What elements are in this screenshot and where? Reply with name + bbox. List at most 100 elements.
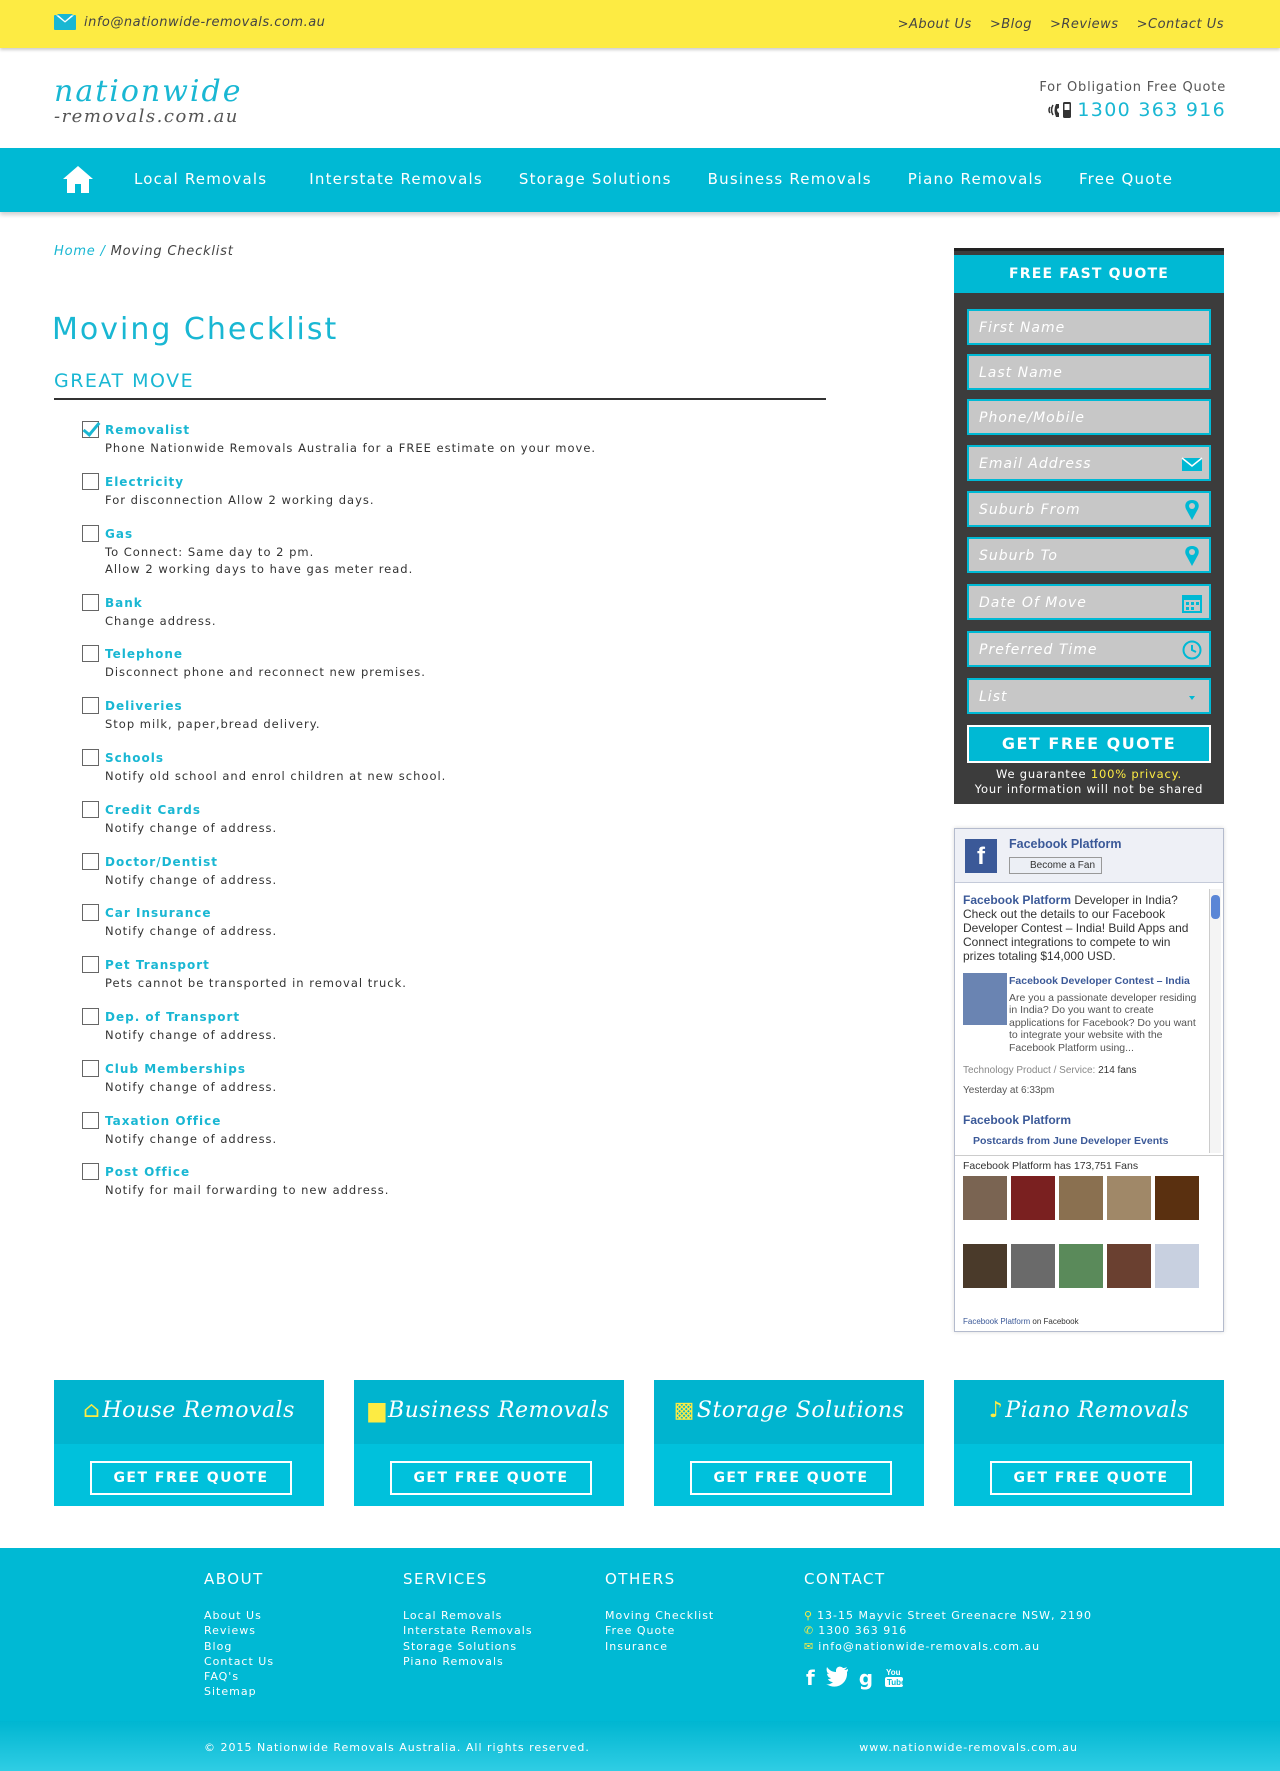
facebook-scrollbar-thumb[interactable] bbox=[1211, 895, 1220, 919]
footer-link[interactable]: Local Removals bbox=[403, 1608, 533, 1623]
twitter-icon[interactable] bbox=[825, 1666, 849, 1688]
logo-line1: nationwide bbox=[54, 74, 243, 109]
footer-email[interactable]: ✉ info@nationwide-removals.com.au bbox=[804, 1639, 1092, 1654]
checklist-item: Removalist Phone Nationwide Removals Aust… bbox=[82, 421, 782, 473]
facebook-post-author[interactable]: Facebook Platform bbox=[963, 893, 1071, 907]
header-phone-number[interactable]: 1300 363 916 bbox=[1077, 99, 1226, 121]
email-input[interactable]: Email Address bbox=[967, 445, 1211, 481]
footer-others-heading: OTHERS bbox=[605, 1570, 676, 1588]
top-email-link[interactable]: info@nationwide-removals.com.au bbox=[54, 14, 325, 30]
breadcrumb-home[interactable]: Home bbox=[54, 244, 96, 259]
fan-avatar[interactable] bbox=[1011, 1176, 1055, 1220]
top-link-blog[interactable]: >Blog bbox=[990, 17, 1032, 32]
fan-avatar[interactable] bbox=[1059, 1244, 1103, 1288]
checkbox[interactable] bbox=[82, 593, 99, 611]
footer-phone-text[interactable]: 1300 363 916 bbox=[818, 1623, 907, 1638]
checkbox[interactable] bbox=[82, 800, 99, 818]
card-quote-button[interactable]: GET FREE QUOTE bbox=[990, 1461, 1192, 1495]
fan-avatar[interactable] bbox=[1011, 1244, 1055, 1288]
checkbox[interactable] bbox=[82, 645, 99, 663]
header-phone-link[interactable]: 1300 363 916 bbox=[1039, 99, 1226, 121]
first-name-input[interactable]: First Name bbox=[967, 309, 1211, 345]
top-email-text[interactable]: info@nationwide-removals.com.au bbox=[84, 15, 325, 30]
facebook-link-title[interactable]: Facebook Developer Contest – India bbox=[1009, 975, 1190, 987]
checkbox[interactable] bbox=[82, 1111, 99, 1129]
get-free-quote-button[interactable]: GET FREE QUOTE bbox=[967, 725, 1211, 763]
footer-link[interactable]: Free Quote bbox=[605, 1623, 714, 1638]
checklist-item-title: Schools bbox=[105, 750, 165, 765]
google-plus-icon[interactable]: g bbox=[859, 1666, 873, 1690]
suburb-from-input[interactable]: Suburb From bbox=[967, 491, 1211, 527]
footer-link[interactable]: Blog bbox=[204, 1639, 274, 1654]
checkbox[interactable] bbox=[82, 748, 99, 766]
top-link-about[interactable]: >About Us bbox=[898, 17, 972, 32]
facebook-footer-link[interactable]: Facebook Platform bbox=[963, 1317, 1030, 1326]
checklist-item: Gas To Connect: Same day to 2 pm. Allow 2… bbox=[82, 524, 782, 594]
footer-link[interactable]: About Us bbox=[204, 1608, 274, 1623]
footer-phone[interactable]: ✆ 1300 363 916 bbox=[804, 1623, 1092, 1638]
checkbox[interactable] bbox=[82, 697, 99, 715]
footer-link[interactable]: Interstate Removals bbox=[403, 1623, 533, 1638]
become-a-fan-button[interactable]: Become a Fan bbox=[1009, 857, 1103, 874]
nav-item-local-removals[interactable]: Local Removals bbox=[134, 170, 267, 188]
last-name-input[interactable]: Last Name bbox=[967, 354, 1211, 390]
facebook-icon[interactable]: f bbox=[806, 1666, 815, 1690]
preferred-time-input[interactable]: Preferred Time bbox=[967, 631, 1211, 667]
checkbox[interactable] bbox=[82, 524, 99, 542]
checkbox[interactable] bbox=[82, 1007, 99, 1025]
facebook-page-name[interactable]: Facebook Platform bbox=[1009, 837, 1122, 851]
date-of-move-input[interactable]: Date Of Move bbox=[967, 584, 1211, 620]
fan-avatar[interactable] bbox=[1107, 1244, 1151, 1288]
website-link[interactable]: www.nationwide-removals.com.au bbox=[859, 1741, 1078, 1754]
footer-link[interactable]: Moving Checklist bbox=[605, 1608, 714, 1623]
checklist-item-desc: Notify change of address. bbox=[105, 1079, 278, 1094]
checkbox[interactable] bbox=[82, 1059, 99, 1077]
list-select[interactable]: List bbox=[967, 678, 1211, 714]
site-logo[interactable]: nationwide -removals.com.au bbox=[54, 76, 242, 126]
card-title-text: Business Removals bbox=[387, 1398, 610, 1423]
checkbox[interactable] bbox=[82, 421, 99, 438]
facebook-scrollbar[interactable] bbox=[1209, 889, 1221, 1153]
nav-item-piano-removals[interactable]: Piano Removals bbox=[908, 170, 1043, 188]
card-quote-button[interactable]: GET FREE QUOTE bbox=[690, 1461, 892, 1495]
facebook-post2-author[interactable]: Facebook Platform bbox=[963, 1113, 1071, 1127]
nav-item-storage-solutions[interactable]: Storage Solutions bbox=[519, 170, 672, 188]
header-quote-label: For Obligation Free Quote bbox=[1039, 80, 1226, 95]
footer-link[interactable]: Storage Solutions bbox=[403, 1639, 533, 1654]
fan-avatar[interactable] bbox=[1107, 1176, 1151, 1220]
card-quote-button[interactable]: GET FREE QUOTE bbox=[90, 1461, 292, 1495]
nav-item-free-quote[interactable]: Free Quote bbox=[1079, 170, 1173, 188]
footer-link[interactable]: Reviews bbox=[204, 1623, 274, 1638]
footer-link[interactable]: Contact Us bbox=[204, 1654, 274, 1669]
phone-input[interactable]: Phone/Mobile bbox=[967, 399, 1211, 435]
footer-email-text[interactable]: info@nationwide-removals.com.au bbox=[818, 1639, 1040, 1654]
suburb-to-input[interactable]: Suburb To bbox=[967, 537, 1211, 573]
checkbox[interactable] bbox=[82, 852, 99, 870]
card-piano-removals: ♪Piano Removals GET FREE QUOTE bbox=[954, 1380, 1224, 1506]
facebook-post-thumbnail[interactable] bbox=[963, 973, 1007, 1025]
footer-address: ⚲ 13-15 Mayvic Street Greenacre NSW, 2190 bbox=[804, 1608, 1092, 1623]
breadcrumb: Home / Moving Checklist bbox=[54, 244, 234, 259]
fan-avatar[interactable] bbox=[1155, 1244, 1199, 1288]
checkbox[interactable] bbox=[82, 1163, 99, 1181]
fan-avatar[interactable] bbox=[1155, 1176, 1199, 1220]
checklist-item-title: Credit Cards bbox=[105, 802, 202, 817]
nav-item-interstate-removals[interactable]: Interstate Removals bbox=[309, 170, 483, 188]
top-link-reviews[interactable]: >Reviews bbox=[1050, 17, 1119, 32]
facebook-post2-title[interactable]: Postcards from June Developer Events bbox=[973, 1135, 1169, 1147]
footer-link[interactable]: Insurance bbox=[605, 1639, 714, 1654]
footer-link[interactable]: Piano Removals bbox=[403, 1654, 533, 1669]
checkbox[interactable] bbox=[82, 956, 99, 974]
card-quote-button[interactable]: GET FREE QUOTE bbox=[390, 1461, 592, 1495]
home-icon[interactable] bbox=[62, 164, 94, 194]
top-link-contact[interactable]: >Contact Us bbox=[1137, 17, 1224, 32]
footer-link[interactable]: Sitemap bbox=[204, 1684, 274, 1699]
checkbox[interactable] bbox=[82, 904, 99, 922]
nav-item-business-removals[interactable]: Business Removals bbox=[708, 170, 872, 188]
checkbox[interactable] bbox=[82, 472, 99, 490]
footer-link[interactable]: FAQ's bbox=[204, 1669, 274, 1684]
fan-avatar[interactable] bbox=[963, 1176, 1007, 1220]
youtube-icon[interactable]: YouTube bbox=[883, 1666, 905, 1688]
fan-avatar[interactable] bbox=[1059, 1176, 1103, 1220]
fan-avatar[interactable] bbox=[963, 1244, 1007, 1288]
